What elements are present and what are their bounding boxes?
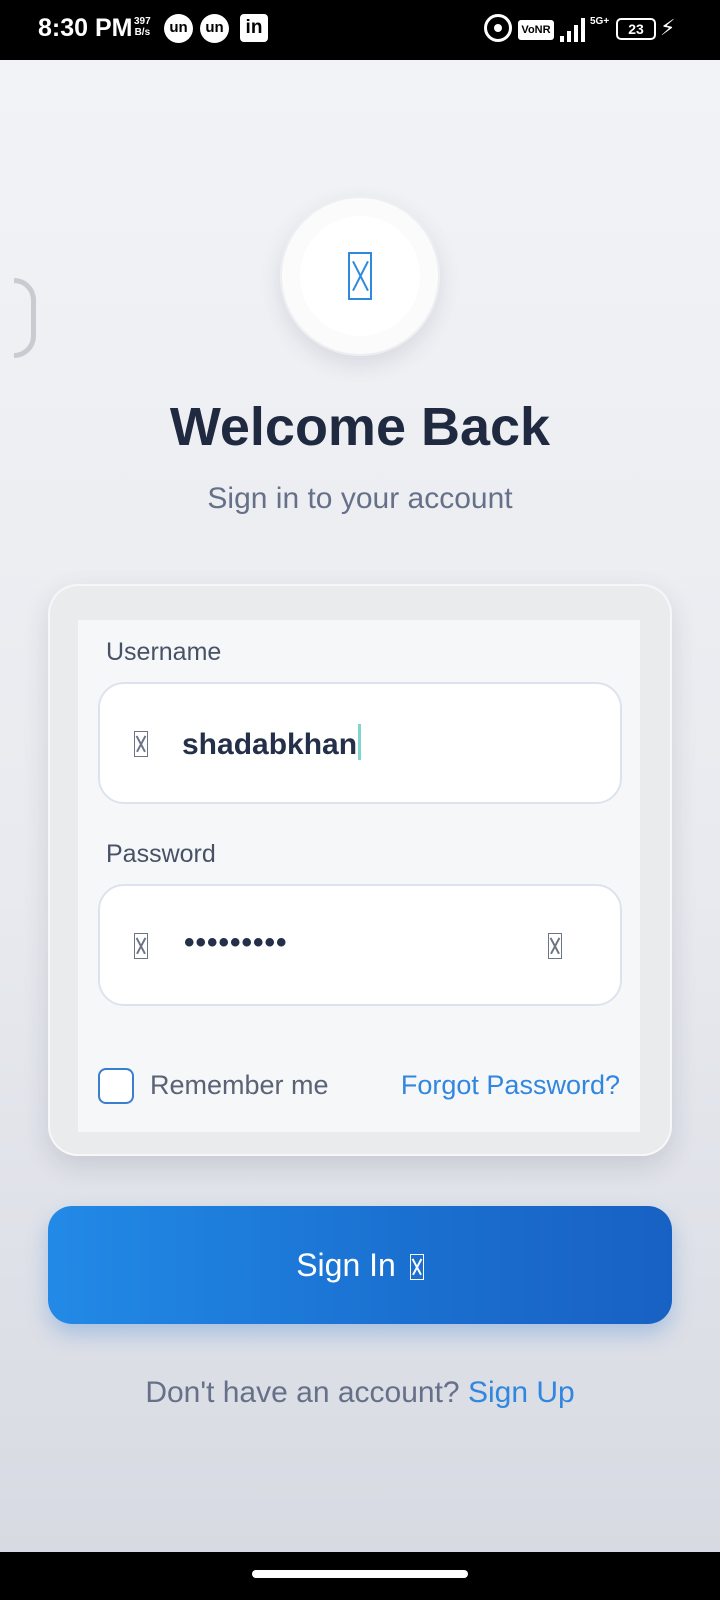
battery-icon: 23 <box>616 18 656 40</box>
network-speed-unit: B/s <box>134 27 151 38</box>
status-bar: 8:30 PM 397 B/s un un in VoNR 5G+ 23 ⚡ <box>0 0 720 60</box>
charging-icon: ⚡ <box>660 15 676 40</box>
page-title: Welcome Back <box>169 397 551 457</box>
eye-icon[interactable] <box>548 933 562 959</box>
password-label: Password <box>106 840 216 868</box>
login-form: Username shadabkhan Password ••••••••• R… <box>78 620 640 1132</box>
username-value: shadabkhan <box>182 724 362 762</box>
unstop-app-icon-2: un <box>200 14 229 43</box>
status-time: 8:30 PM <box>38 14 133 42</box>
password-field[interactable]: ••••••••• <box>98 884 622 1006</box>
edge-panel-handle[interactable] <box>14 278 36 358</box>
navigation-bar <box>0 1552 720 1600</box>
signup-prompt-row: Don't have an account? Sign Up <box>0 1376 720 1410</box>
app-logo-icon <box>348 252 372 300</box>
password-value: ••••••••• <box>184 926 288 959</box>
hotspot-icon <box>484 14 512 42</box>
vonr-badge: VoNR <box>518 20 554 40</box>
remember-me-checkbox[interactable] <box>98 1068 134 1104</box>
network-speed: 397 B/s <box>134 16 151 38</box>
username-label: Username <box>106 638 222 666</box>
network-speed-value: 397 <box>134 16 151 27</box>
text-caret <box>358 724 362 760</box>
sign-in-button[interactable]: Sign In <box>48 1206 672 1324</box>
arrow-right-icon <box>409 1254 424 1280</box>
unstop-app-icon: un <box>164 14 193 43</box>
login-card: Username shadabkhan Password ••••••••• R… <box>48 584 672 1156</box>
login-screen: 8:30 PM 397 B/s un un in VoNR 5G+ 23 ⚡ W… <box>0 0 720 1600</box>
app-logo <box>280 196 440 356</box>
user-icon <box>134 731 148 757</box>
page-subtitle: Sign in to your account <box>207 482 513 515</box>
signup-prompt: Don't have an account? <box>145 1376 460 1409</box>
lock-icon <box>134 933 148 959</box>
network-type: 5G+ <box>590 16 610 27</box>
sign-up-link[interactable]: Sign Up <box>468 1376 575 1409</box>
signal-icon <box>560 18 588 42</box>
sign-in-label: Sign In <box>296 1247 396 1283</box>
forgot-password-link[interactable]: Forgot Password? <box>401 1070 620 1101</box>
remember-me-label[interactable]: Remember me <box>150 1070 329 1101</box>
home-gesture-bar[interactable] <box>252 1570 468 1578</box>
linkedin-icon: in <box>240 14 268 42</box>
username-field[interactable]: shadabkhan <box>98 682 622 804</box>
